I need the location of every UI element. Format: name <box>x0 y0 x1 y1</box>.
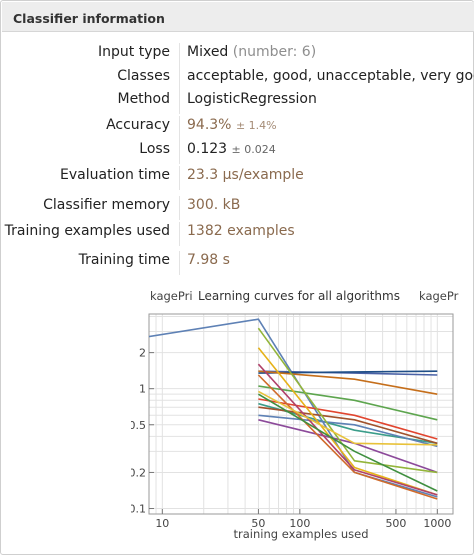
row-value: 94.3% <box>187 117 232 133</box>
learning-curves-chart: 10 50 100 500 10000.10.20.512 kagePri Learni… <box>131 289 459 541</box>
row-divider <box>179 251 180 275</box>
row-label: Accuracy <box>106 117 170 133</box>
y-tick-label: 1 <box>139 383 146 396</box>
y-tick-label: 0.1 <box>131 503 146 516</box>
y-tick-label: 0.2 <box>131 466 146 479</box>
panel-title: Classifier information <box>2 2 474 32</box>
row-value: Mixed <box>187 44 229 60</box>
row-label: Method <box>117 91 170 107</box>
x-axis-label: training examples used <box>233 527 368 541</box>
row-value: LogisticRegression <box>187 91 317 107</box>
row-extra: ± 0.024 <box>231 143 276 156</box>
row-label: Input type <box>98 44 170 60</box>
row-extra: (number: 6) <box>232 44 317 60</box>
y-tick-label: 2 <box>139 347 146 360</box>
row-value: 23.3 µs/example <box>187 167 304 183</box>
x-tick-label: 1000 <box>423 517 451 530</box>
row-divider <box>179 196 180 220</box>
row-classes: Classes acceptable, good, unacceptable, … <box>1 67 474 91</box>
series-line <box>257 393 438 492</box>
row-extra: ± 1.4% <box>235 119 277 132</box>
clipped-legend-right: kagePr <box>419 289 459 303</box>
row-method: Method LogisticRegression <box>1 90 474 114</box>
x-tick-label: 500 <box>385 517 406 530</box>
row-input-type: Input type Mixed (number: 6) <box>1 43 474 67</box>
row-divider <box>179 90 180 114</box>
row-label: Training examples used <box>4 223 170 239</box>
row-divider <box>179 116 180 140</box>
row-divider <box>179 140 180 164</box>
row-value: 7.98 s <box>187 252 230 268</box>
row-value: 0.123 <box>187 141 228 157</box>
clipped-legend-left: kagePri <box>150 289 193 303</box>
y-tick-label: 0.5 <box>131 419 146 432</box>
row-accuracy: Accuracy 94.3% ± 1.4% <box>1 116 474 140</box>
chart-title: Learning curves for all algorithms <box>198 289 400 303</box>
row-loss: Loss 0.123 ± 0.024 <box>1 140 474 164</box>
row-divider <box>179 67 180 91</box>
row-label: Evaluation time <box>60 167 170 183</box>
row-divider <box>179 43 180 67</box>
series-line <box>149 318 438 498</box>
row-classifier-memory: Classifier memory 300. kB <box>1 196 474 220</box>
row-label: Loss <box>139 141 170 157</box>
classifier-info-panel: Classifier information Input type Mixed … <box>0 0 474 555</box>
row-label: Classifier memory <box>43 197 170 213</box>
row-label: Classes <box>117 68 170 84</box>
x-tick-label: 10 <box>155 517 169 530</box>
row-evaluation-time: Evaluation time 23.3 µs/example <box>1 166 474 190</box>
series-line <box>257 363 438 496</box>
row-training-examples: Training examples used 1382 examples <box>1 222 474 246</box>
row-label: Training time <box>78 252 170 268</box>
row-value: 300. kB <box>187 197 241 213</box>
row-training-time: Training time 7.98 s <box>1 251 474 275</box>
row-value: 1382 examples <box>187 223 295 239</box>
row-divider <box>179 166 180 190</box>
row-value: acceptable, good, unacceptable, very goo… <box>187 68 474 84</box>
row-divider <box>179 222 180 246</box>
